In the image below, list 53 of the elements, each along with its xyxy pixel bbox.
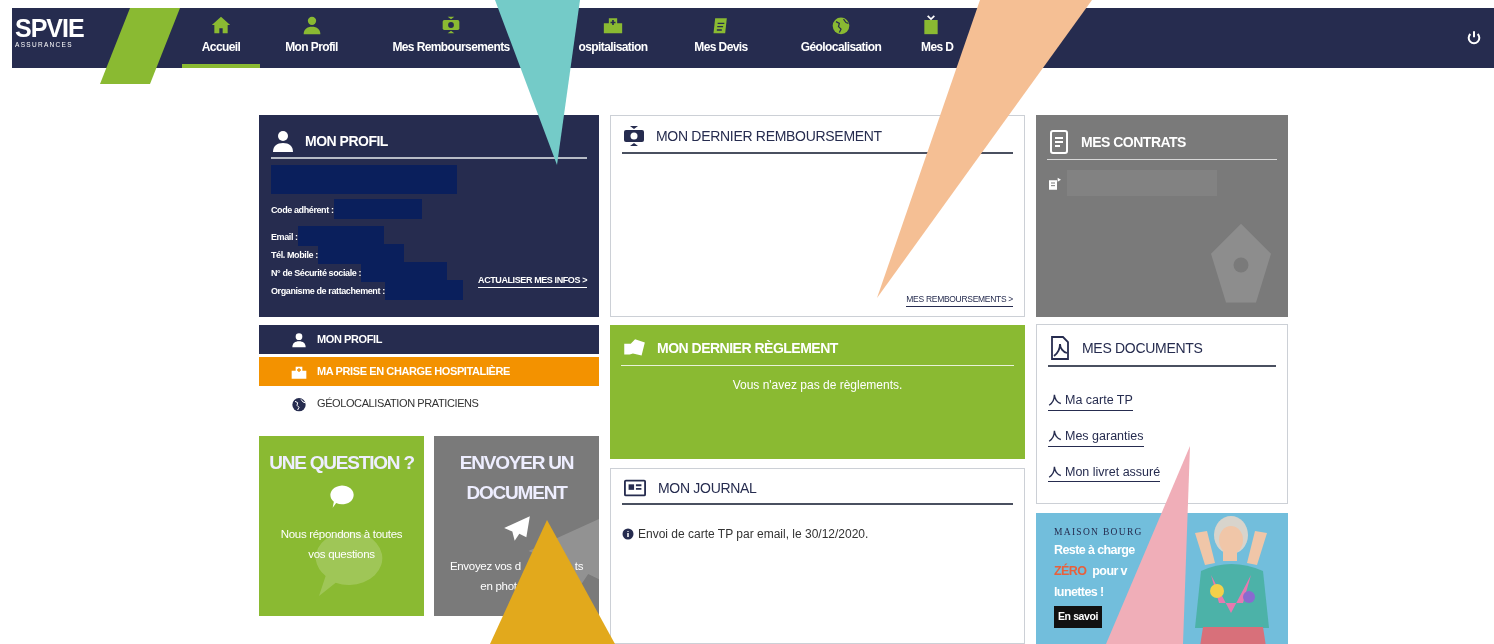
document-icon [921,15,941,35]
person-icon [291,331,307,348]
globe-icon [291,395,307,412]
field-label: Organisme de rattachement : [271,284,385,298]
card-title: MON DERNIER RÈGLEMENT [657,338,838,358]
house-icon [211,15,231,35]
nav-tab[interactable]: Mes Devis [669,8,773,68]
tile-text: ts [574,559,584,574]
card-title: MES DOCUMENTS [1082,338,1203,358]
nav-tab[interactable]: Géolocalisation [773,8,909,68]
ad-brand: MAISON BOURG [1054,526,1144,539]
field-label: Email : [271,230,298,244]
document-link[interactable]: Mes garanties [1048,426,1144,447]
person-icon [301,15,322,35]
document-icon [1047,129,1071,155]
card-title: MON PROFIL [305,131,388,151]
tile-text: en phot [480,579,517,594]
pdf-file-icon [1048,335,1072,361]
newspaper-icon [622,477,648,499]
journal-entry: Envoi de carte TP par email, le 30/12/2020. [638,526,869,543]
pdf-icon [1048,464,1062,479]
learn-more-button[interactable]: En savoi [1054,606,1102,628]
paper-plane-icon [502,514,531,542]
logo: SPVIE [15,16,84,41]
document-link[interactable]: Ma carte TP [1048,391,1133,411]
update-info-link[interactable]: ACTUALISER MES INFOS > [478,273,587,288]
nav-tab[interactable]: Mon Profil [260,8,363,68]
globe-icon [831,15,851,35]
banknote-icon [441,15,461,35]
ad-headline: lunettes ! [1054,584,1105,602]
pdf-icon [1048,393,1062,408]
info-icon [622,528,634,540]
ad-headline: Reste à charge [1054,542,1136,560]
tile-text: Envoyez vos d [449,559,521,574]
field-label: Tél. Mobile : [271,248,318,262]
empty-message: Vous n'avez pas de règlements. [731,377,904,394]
field-label: Code adhérent : [271,203,334,217]
nav-tab[interactable]: Accueil [182,8,260,68]
card-title: MON JOURNAL [658,478,757,498]
menu-item[interactable]: MON PROFIL [259,325,599,354]
hospital-icon [603,15,623,35]
person-icon [271,129,295,153]
power-icon[interactable] [1466,30,1482,46]
card-title: MON DERNIER REMBOURSEMENT [656,126,882,146]
document-link[interactable]: Mon livret assuré [1048,462,1161,483]
field-label: N° de Sécurité sociale : [271,266,362,280]
banknote-icon [622,124,646,148]
ad-headline: ZÉRO pour v [1054,562,1129,581]
card-title: MES CONTRATS [1081,132,1186,152]
tile-text: vos questions [308,547,375,562]
reimbursements-link[interactable]: MES REMBOURSEMENTS > [906,293,1013,307]
pdf-icon [1048,429,1062,444]
tile-text: Nous répondons à toutes [280,527,403,542]
